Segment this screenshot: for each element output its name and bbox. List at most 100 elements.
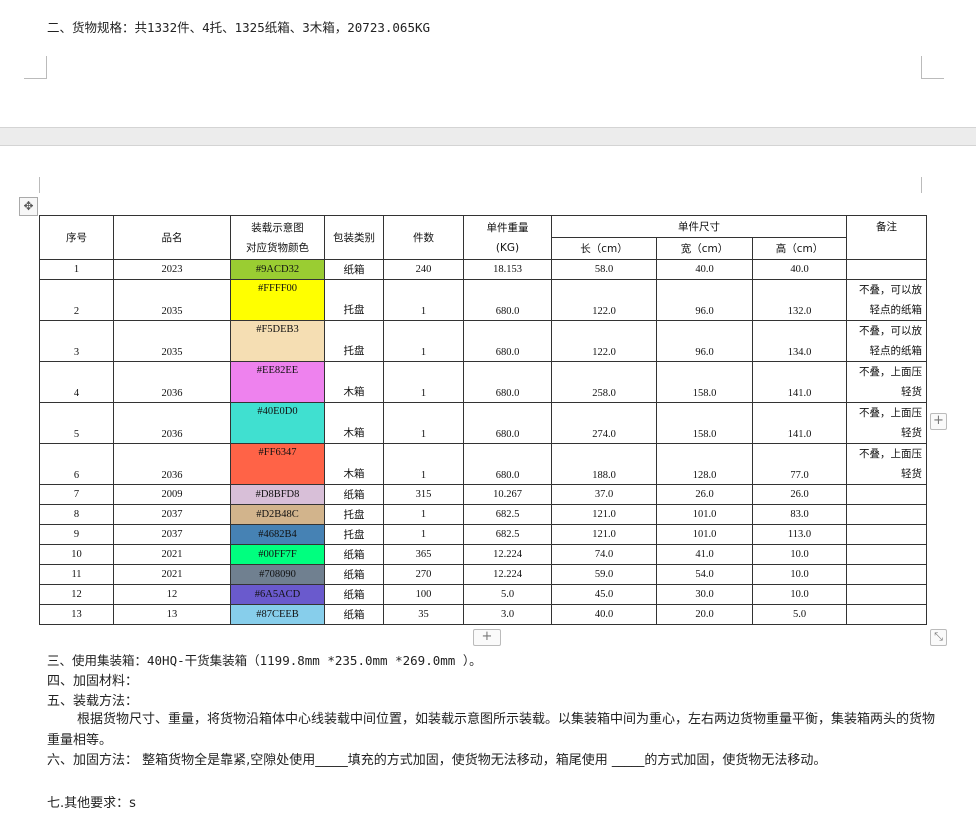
add-row-button[interactable]: +: [473, 629, 501, 646]
cargo-spec-line: 二、货物规格：共1332件、4托、1325纸箱、3木箱，20723.065KG: [47, 20, 431, 35]
row-name: 2036: [113, 443, 231, 485]
row-width: 96.0: [656, 320, 753, 362]
row-color-cell: #4682B4: [230, 524, 325, 545]
row-width: 40.0: [656, 259, 753, 280]
table-row: 5 2036 #40E0D0 木箱 1 680.0 274.0 158.0 141.0 不叠，上面…: [39, 402, 927, 444]
row-color-cell: #FFFF00: [230, 279, 325, 321]
row-name: 2009: [113, 484, 231, 505]
row-length: 122.0: [551, 320, 657, 362]
row-name: 2036: [113, 361, 231, 403]
add-column-button[interactable]: +: [930, 413, 947, 430]
row-length: 121.0: [551, 524, 657, 545]
header-size: 单件尺寸: [551, 215, 847, 238]
row-length: 122.0: [551, 279, 657, 321]
header-weight-line1: 单件重量: [486, 221, 529, 234]
row-name: 2035: [113, 320, 231, 362]
row-qty: 1: [383, 524, 464, 545]
row-seq: 6: [39, 443, 114, 485]
row-note: [846, 524, 927, 545]
table-row: 13 13 #87CEEB 纸箱 35 3.0 40.0 20.0 5.0: [39, 604, 927, 625]
row-height: 26.0: [752, 484, 847, 505]
row-color-cell: #9ACD32: [230, 259, 325, 280]
header-length: 长（cm）: [551, 237, 657, 260]
row-width: 20.0: [656, 604, 753, 625]
row-length: 59.0: [551, 564, 657, 585]
row-weight: 682.5: [463, 504, 552, 525]
row-color-cell: #D8BFD8: [230, 484, 325, 505]
row-pkg: 纸箱: [324, 484, 384, 505]
row-color-cell: #EE82EE: [230, 361, 325, 403]
header-height: 高（cm）: [752, 237, 847, 260]
row-color-cell: #87CEEB: [230, 604, 325, 625]
table-row: 11 2021 #708090 纸箱 270 12.224 59.0 54.0 10.0: [39, 564, 927, 585]
row-qty: 1: [383, 402, 464, 444]
row-name: 2037: [113, 504, 231, 525]
table-row: 9 2037 #4682B4 托盘 1 682.5 121.0 101.0 113.0: [39, 524, 927, 545]
row-note-line1: 不叠，上面压: [859, 407, 922, 419]
header-color-line2: 对应货物颜色: [246, 241, 309, 254]
row-note: [846, 564, 927, 585]
row-seq: 11: [39, 564, 114, 585]
row-length: 37.0: [551, 484, 657, 505]
row-width: 158.0: [656, 361, 753, 403]
table-resize-handle-icon[interactable]: ⤡: [930, 629, 947, 646]
table-row: 2 2035 #FFFF00 托盘 1 680.0 122.0 96.0 132.0 不叠，可以放…: [39, 279, 927, 321]
header-width: 宽（cm）: [656, 237, 753, 260]
row-weight: 3.0: [463, 604, 552, 625]
row-seq: 9: [39, 524, 114, 545]
row-height: 40.0: [752, 259, 847, 280]
row-width: 26.0: [656, 484, 753, 505]
row-pkg: 木箱: [324, 361, 384, 403]
row-name: 2036: [113, 402, 231, 444]
row-length: 274.0: [551, 402, 657, 444]
row-length: 258.0: [551, 361, 657, 403]
row-length: 40.0: [551, 604, 657, 625]
row-note: [846, 484, 927, 505]
header-pkg: 包装类别: [324, 215, 384, 260]
row-note-line1: 不叠，可以放: [859, 284, 922, 296]
row-height: 141.0: [752, 361, 847, 403]
row-width: 30.0: [656, 584, 753, 605]
crop-mark-bottom-left: [24, 56, 47, 79]
row-weight: 680.0: [463, 361, 552, 403]
row-seq: 12: [39, 584, 114, 605]
row-weight: 5.0: [463, 584, 552, 605]
row-height: 10.0: [752, 544, 847, 565]
row-height: 77.0: [752, 443, 847, 485]
section-5-body: 根据货物尺寸、重量，将货物沿箱体中心线装载中间位置，如装载示意图所示装载。以集装…: [47, 712, 936, 748]
header-weight-line2: (KG): [495, 241, 520, 254]
row-width: 158.0: [656, 402, 753, 444]
page-separator: [0, 127, 976, 146]
row-note-line2: 轻货: [901, 427, 922, 439]
row-width: 101.0: [656, 504, 753, 525]
row-color-cell: #6A5ACD: [230, 584, 325, 605]
table-row: 8 2037 #D2B48C 托盘 1 682.5 121.0 101.0 83.0: [39, 504, 927, 525]
row-seq: 10: [39, 544, 114, 565]
row-qty: 1: [383, 361, 464, 403]
row-width: 54.0: [656, 564, 753, 585]
row-pkg: 托盘: [324, 524, 384, 545]
header-qty: 件数: [383, 215, 464, 260]
table-move-handle-icon[interactable]: ✥: [19, 197, 38, 216]
header-color: 装载示意图 对应货物颜色: [230, 215, 325, 260]
row-pkg: 托盘: [324, 504, 384, 525]
row-height: 113.0: [752, 524, 847, 545]
row-seq: 3: [39, 320, 114, 362]
header-weight: 单件重量 (KG): [463, 215, 552, 260]
crop-mark-top-right: [921, 177, 944, 193]
cargo-table: 序号 品名 装载示意图 对应货物颜色 包装类别 件数 单件重量 (KG) 单件尺…: [39, 215, 927, 625]
row-height: 5.0: [752, 604, 847, 625]
row-color-cell: #40E0D0: [230, 402, 325, 444]
row-height: 134.0: [752, 320, 847, 362]
section-6-reinforcement-method: 六、加固方法： 整箱货物全是靠紧,空隙处使用_____填充的方式加固，使货物无法…: [47, 753, 827, 768]
section-7-other: 七.其他要求：s: [47, 796, 136, 811]
row-name: 13: [113, 604, 231, 625]
row-note: 不叠，上面压 轻货: [846, 443, 927, 485]
row-height: 141.0: [752, 402, 847, 444]
header-name: 品名: [113, 215, 231, 260]
row-height: 10.0: [752, 564, 847, 585]
row-height: 132.0: [752, 279, 847, 321]
row-note-line2: 轻货: [901, 386, 922, 398]
row-qty: 315: [383, 484, 464, 505]
row-qty: 1: [383, 504, 464, 525]
